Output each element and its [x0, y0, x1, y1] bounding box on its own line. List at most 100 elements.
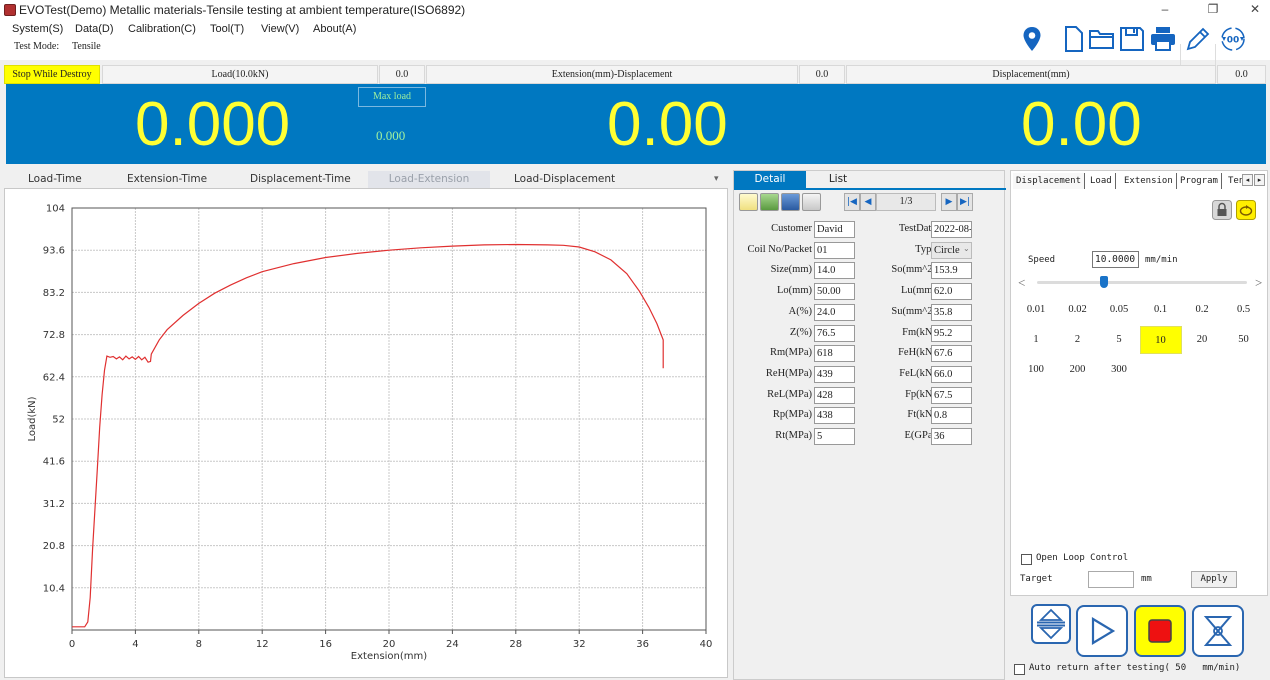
tab-displacement-control[interactable]: Displacement: [1013, 173, 1086, 189]
speed-preset-1[interactable]: 1: [1015, 326, 1057, 354]
field-feh-kn[interactable]: 67.6: [931, 345, 972, 363]
field-reh-mpa[interactable]: 439: [814, 365, 855, 383]
field-label: Lo(mm): [777, 285, 812, 297]
location-pin-icon[interactable]: [1017, 24, 1047, 54]
x-tick-label: 16: [319, 639, 332, 650]
menu-tool[interactable]: Tool(T): [210, 23, 244, 35]
new-record-icon[interactable]: [739, 193, 758, 211]
field-rp-mpa[interactable]: 438: [814, 407, 855, 425]
auto-return-checkbox[interactable]: [1014, 664, 1025, 675]
new-file-icon[interactable]: [1058, 24, 1088, 54]
speed-preset-0-01[interactable]: 0.01: [1015, 296, 1057, 324]
edit-pencil-icon[interactable]: [1183, 24, 1213, 54]
open-folder-icon[interactable]: [1087, 24, 1117, 54]
speed-preset-0-5[interactable]: 0.5: [1223, 296, 1265, 324]
tab-scroll-right-button[interactable]: ▸: [1254, 174, 1265, 186]
print-icon[interactable]: [1148, 24, 1178, 54]
tab-scroll-left-button[interactable]: ◂: [1242, 174, 1253, 186]
zero-reset-icon[interactable]: 00: [1218, 24, 1248, 54]
return-home-button[interactable]: [1192, 605, 1244, 657]
print-record-icon[interactable]: [802, 193, 821, 211]
lock-icon[interactable]: [1212, 200, 1232, 220]
field-ft-kn[interactable]: 0.8: [931, 407, 972, 425]
speed-preset-20[interactable]: 20: [1181, 326, 1223, 354]
field-fp-kn[interactable]: 67.5: [931, 386, 972, 404]
tab-load-control[interactable]: Load: [1087, 173, 1116, 189]
menu-data[interactable]: Data(D): [75, 23, 114, 35]
stop-test-button[interactable]: [1134, 605, 1186, 657]
chevron-down-icon[interactable]: ⌄: [963, 244, 970, 253]
field-su-mm-2[interactable]: 35.8: [931, 303, 972, 321]
speed-preset-0-2[interactable]: 0.2: [1181, 296, 1223, 324]
field-coil-no-packet[interactable]: 01: [814, 241, 855, 259]
chart-tab-menu-icon[interactable]: ▾: [710, 171, 723, 188]
apply-button[interactable]: Apply: [1191, 571, 1237, 588]
x-tick-label: 40: [700, 639, 713, 650]
save-icon[interactable]: [1117, 24, 1147, 54]
field-e-gpa[interactable]: 36: [931, 428, 972, 445]
tab-extension-time[interactable]: Extension-Time: [123, 171, 211, 188]
tab-extension-control[interactable]: Extension: [1121, 173, 1177, 189]
start-test-button[interactable]: [1076, 605, 1128, 657]
tab-load-displacement[interactable]: Load-Displacement: [510, 171, 619, 188]
field-lo-mm[interactable]: 50.00: [814, 283, 855, 301]
speed-preset-100[interactable]: 100: [1015, 356, 1057, 384]
target-input[interactable]: [1088, 571, 1134, 588]
prev-record-button[interactable]: ◀: [860, 193, 876, 211]
speed-preset-0-1[interactable]: 0.1: [1140, 296, 1182, 324]
speed-preset-2[interactable]: 2: [1057, 326, 1099, 354]
field-so-mm-2[interactable]: 153.9: [931, 262, 972, 280]
slider-decrease-button[interactable]: <: [1018, 275, 1025, 291]
menu-view[interactable]: View(V): [261, 23, 299, 35]
next-record-button[interactable]: ▶: [941, 193, 957, 211]
speed-preset-300[interactable]: 300: [1098, 356, 1140, 384]
open-record-icon[interactable]: [760, 193, 779, 211]
field-z[interactable]: 76.5: [814, 324, 855, 342]
speed-input[interactable]: 10.0000: [1092, 251, 1139, 268]
tab-load-time[interactable]: Load-Time: [24, 171, 86, 188]
displacement-channel-label[interactable]: Displacement(mm): [846, 65, 1216, 84]
field-customer[interactable]: David: [814, 221, 855, 238]
minimize-button[interactable]: –: [1150, 0, 1180, 20]
menu-calibration[interactable]: Calibration(C): [128, 23, 196, 35]
field-size-mm[interactable]: 14.0: [814, 262, 855, 280]
tab-load-extension[interactable]: Load-Extension: [368, 171, 490, 188]
menu-about[interactable]: About(A): [313, 23, 356, 35]
field-testdate[interactable]: 2022-08-: [931, 221, 972, 238]
speed-preset-200[interactable]: 200: [1057, 356, 1099, 384]
speed-slider-thumb[interactable]: [1100, 276, 1109, 288]
speed-preset-10[interactable]: 10: [1139, 326, 1182, 354]
field-rm-mpa[interactable]: 618: [814, 345, 855, 363]
save-record-icon[interactable]: [781, 193, 800, 211]
field-a[interactable]: 24.0: [814, 303, 855, 321]
tab-program-control[interactable]: Program: [1177, 173, 1222, 189]
max-load-button[interactable]: Max load: [358, 87, 426, 107]
speed-slider-track[interactable]: [1037, 281, 1247, 284]
field-fel-kn[interactable]: 66.0: [931, 365, 972, 383]
tab-displacement-time[interactable]: Displacement-Time: [246, 171, 355, 188]
speed-preset-5[interactable]: 5: [1098, 326, 1140, 354]
speed-preset-50[interactable]: 50: [1223, 326, 1265, 354]
cycle-mode-icon[interactable]: [1236, 200, 1256, 220]
field-rt-mpa[interactable]: 5: [814, 428, 855, 445]
slider-increase-button[interactable]: >: [1255, 275, 1262, 291]
extension-channel-label[interactable]: Extension(mm)-Displacement: [426, 65, 798, 84]
field-fm-kn[interactable]: 95.2: [931, 324, 972, 342]
last-record-button[interactable]: ▶|: [957, 193, 973, 211]
field-rel-mpa[interactable]: 428: [814, 386, 855, 404]
load-channel-label[interactable]: Load(10.0kN): [102, 65, 378, 84]
detail-panel: Detail List |◀ ◀ 1/3 ▶ ▶| Customer David C…: [733, 170, 1006, 680]
field-label: TestDate: [898, 223, 936, 234]
field-lu-mm[interactable]: 62.0: [931, 283, 972, 301]
stop-while-destroy-button[interactable]: Stop While Destroy: [4, 65, 100, 84]
speed-preset-0-02[interactable]: 0.02: [1057, 296, 1099, 324]
maximize-button[interactable]: ❐: [1198, 0, 1228, 20]
first-record-button[interactable]: |◀: [844, 193, 860, 211]
tab-detail[interactable]: Detail: [734, 171, 806, 188]
open-loop-checkbox[interactable]: [1021, 554, 1032, 565]
tab-list[interactable]: List: [806, 171, 870, 188]
menu-system[interactable]: System(S): [12, 23, 63, 35]
close-button[interactable]: ✕: [1240, 0, 1270, 20]
jog-up-down-button[interactable]: [1031, 604, 1071, 644]
speed-preset-0-05[interactable]: 0.05: [1098, 296, 1140, 324]
